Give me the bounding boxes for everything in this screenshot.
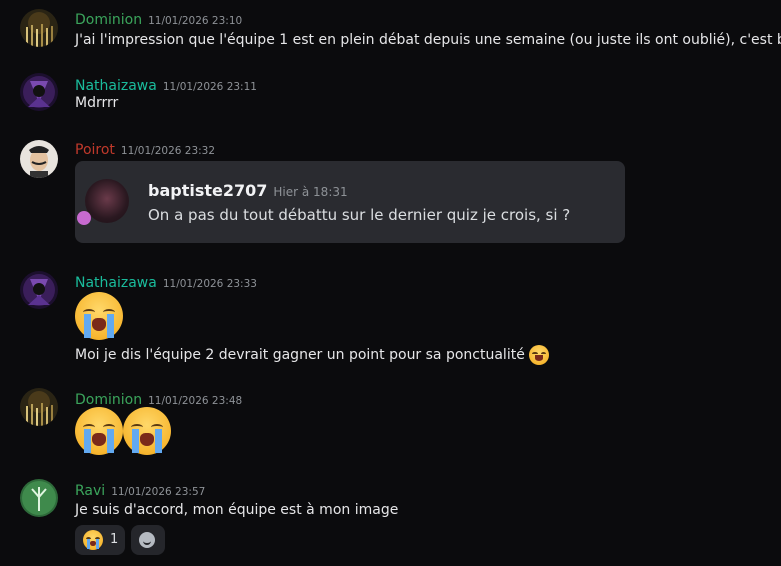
author-name[interactable]: Poirot	[75, 142, 115, 158]
quoted-author-name[interactable]: baptiste2707	[148, 181, 267, 200]
author-name[interactable]: Nathaizawa	[75, 78, 157, 94]
quoted-author-avatar	[85, 179, 129, 223]
avatar[interactable]	[20, 388, 58, 426]
snail-icon	[77, 211, 91, 225]
author-name[interactable]: Ravi	[75, 483, 105, 499]
add-reaction-icon	[139, 532, 155, 548]
message: Dominion 11/01/2026 23:48	[0, 380, 781, 470]
loudly-crying-face-icon[interactable]	[75, 292, 123, 340]
reaction-chip[interactable]: 1	[75, 525, 125, 555]
timestamp[interactable]: 11/01/2026 23:48	[148, 395, 242, 407]
loudly-crying-face-icon	[83, 530, 103, 550]
author-name[interactable]: Nathaizawa	[75, 275, 157, 291]
quoted-message-card[interactable]: baptiste2707 Hier à 18:31 On a pas du tou…	[75, 161, 625, 243]
message: Nathaizawa 11/01/2026 23:11 Mdrrrr	[0, 60, 781, 130]
message-text: J'ai l'impression que l'équipe 1 est en …	[75, 32, 781, 48]
message: Nathaizawa 11/01/2026 23:33 Moi je dis l'…	[0, 260, 781, 380]
avatar[interactable]	[20, 271, 58, 309]
reaction-count: 1	[110, 532, 119, 547]
loudly-crying-face-icon[interactable]	[75, 407, 123, 455]
quoted-author: baptiste2707 Hier à 18:31	[148, 181, 348, 200]
avatar[interactable]	[20, 140, 58, 178]
avatar[interactable]	[20, 479, 58, 517]
timestamp[interactable]: 11/01/2026 23:11	[163, 81, 257, 93]
message-line: Moi je dis l'équipe 2 devrait gagner un …	[75, 345, 550, 365]
loudly-crying-face-icon[interactable]	[123, 407, 171, 455]
message: Dominion 11/01/2026 23:10 J'ai l'impressi…	[0, 0, 781, 60]
timestamp[interactable]: 11/01/2026 23:33	[163, 278, 257, 290]
message-text: Je suis d'accord, mon équipe est à mon i…	[75, 502, 399, 518]
big-emoji-row	[75, 292, 123, 340]
timestamp[interactable]: 11/01/2026 23:10	[148, 15, 242, 27]
message-text: Mdrrrr	[75, 95, 119, 111]
add-reaction-button[interactable]	[131, 525, 165, 555]
big-emoji-row	[75, 407, 171, 455]
timestamp[interactable]: 11/01/2026 23:32	[121, 145, 215, 157]
quoted-time: Hier à 18:31	[273, 185, 348, 199]
avatar[interactable]	[20, 9, 58, 47]
avatar[interactable]	[20, 73, 58, 111]
grinning-squinting-face-icon[interactable]	[529, 345, 550, 365]
message-text: Moi je dis l'équipe 2 devrait gagner un …	[75, 347, 525, 363]
author-name[interactable]: Dominion	[75, 392, 142, 408]
quoted-text: On a pas du tout débattu sur le dernier …	[148, 206, 571, 224]
author-name[interactable]: Dominion	[75, 12, 142, 28]
timestamp[interactable]: 11/01/2026 23:57	[111, 486, 205, 498]
